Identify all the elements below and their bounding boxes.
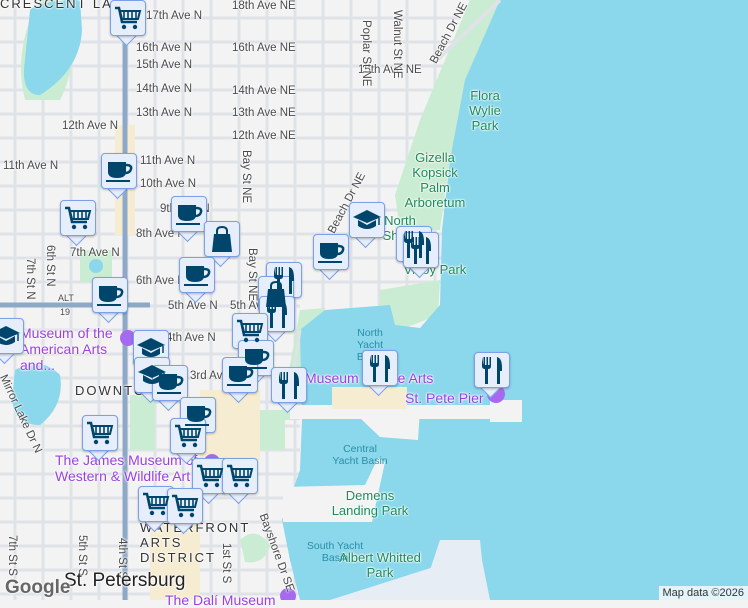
street-label: 11th Ave N xyxy=(140,155,195,167)
street-label: 10th Ave N xyxy=(140,178,196,190)
cart-icon xyxy=(167,488,203,524)
coffee-marker[interactable] xyxy=(101,153,137,197)
street-label: 16th Ave NE xyxy=(232,42,296,54)
street-label: 19 xyxy=(60,307,70,317)
street-label: 5th Ave N xyxy=(168,300,218,312)
cart-marker[interactable] xyxy=(167,488,203,532)
park-label: Flora Wylie Park xyxy=(455,88,515,133)
street-label: 6th St N xyxy=(44,245,56,287)
street-label: Bay St NE xyxy=(240,150,252,203)
restaurant-marker[interactable] xyxy=(403,232,439,276)
coffee-icon xyxy=(101,153,137,189)
coffee-icon xyxy=(171,196,207,232)
restaurant-marker[interactable] xyxy=(362,350,398,394)
cart-marker[interactable] xyxy=(170,418,206,462)
restaurant-marker[interactable] xyxy=(474,352,510,396)
restaurant-icon xyxy=(362,350,398,386)
poi-label[interactable]: Museum of the American Arts and... xyxy=(20,325,140,373)
cart-marker[interactable] xyxy=(82,415,118,459)
cart-icon xyxy=(60,200,96,236)
coffee-marker[interactable] xyxy=(92,277,128,321)
city-label: St. Petersburg xyxy=(64,570,185,592)
restaurant-marker[interactable] xyxy=(271,367,307,411)
bag-icon xyxy=(204,221,240,257)
coffee-icon xyxy=(222,357,258,393)
restaurant-icon xyxy=(259,296,295,332)
cart-icon xyxy=(170,418,206,454)
coffee-icon xyxy=(179,257,215,293)
park-label: Demens Landing Park xyxy=(325,488,415,518)
coffee-marker[interactable] xyxy=(179,257,215,301)
restaurant-icon xyxy=(474,352,510,388)
street-label: 7th St S xyxy=(6,535,18,576)
park-label: Gizella Kopsick Palm Arboretum xyxy=(400,150,470,210)
street-label: Poplar St NE xyxy=(360,20,372,86)
graduation-icon xyxy=(0,318,24,354)
cart-marker[interactable] xyxy=(60,200,96,244)
cart-icon xyxy=(82,415,118,451)
coffee-marker[interactable] xyxy=(171,196,207,240)
street-label: 7th Ave N xyxy=(70,247,120,259)
cart-icon xyxy=(222,458,258,494)
street-label: 14th Ave NE xyxy=(232,85,296,97)
graduation-marker[interactable] xyxy=(0,318,24,362)
street-label: 18th Ave NE xyxy=(232,0,296,12)
street-label: ALT xyxy=(58,293,74,303)
street-label: 4th Ave N xyxy=(166,332,216,344)
coffee-icon xyxy=(313,234,349,270)
street-label: 12th Ave NE xyxy=(232,130,296,142)
cart-icon xyxy=(232,313,268,349)
street-label: 17th Ave N xyxy=(146,10,202,22)
street-label: 14th Ave N xyxy=(136,83,192,95)
water-label: South Yacht Basin xyxy=(305,540,365,564)
poi-label[interactable]: St. Pete Pier xyxy=(405,390,484,406)
street-label: 13th Ave N xyxy=(136,107,192,119)
cart-marker[interactable] xyxy=(222,458,258,502)
street-label: 13th Ave NE xyxy=(232,107,296,119)
street-label: 15th Ave N xyxy=(136,59,192,71)
restaurant-icon xyxy=(403,232,439,268)
cart-icon xyxy=(138,486,174,522)
cart-marker[interactable] xyxy=(110,0,146,44)
cart-icon xyxy=(110,0,146,36)
cart-icon xyxy=(192,458,228,494)
map-attribution[interactable]: Map data ©2026 xyxy=(659,586,748,600)
poi-label[interactable]: The Dalí Museum xyxy=(165,592,275,608)
coffee-marker[interactable] xyxy=(313,234,349,278)
street-label: Bay St NE xyxy=(246,248,258,301)
graduation-marker[interactable] xyxy=(349,202,385,246)
restaurant-icon xyxy=(271,367,307,403)
graduation-icon xyxy=(349,202,385,238)
street-label: Walnut St NE xyxy=(391,10,403,79)
coffee-icon xyxy=(152,365,188,401)
google-logo: Google xyxy=(5,577,70,599)
street-label: 11th Ave N xyxy=(3,160,58,172)
water-label: Central Yacht Basin xyxy=(330,443,390,467)
coffee-marker[interactable] xyxy=(222,357,258,401)
coffee-icon xyxy=(92,277,128,313)
street-label: 12th Ave N xyxy=(62,120,118,132)
street-label: 7th St N xyxy=(24,258,36,300)
